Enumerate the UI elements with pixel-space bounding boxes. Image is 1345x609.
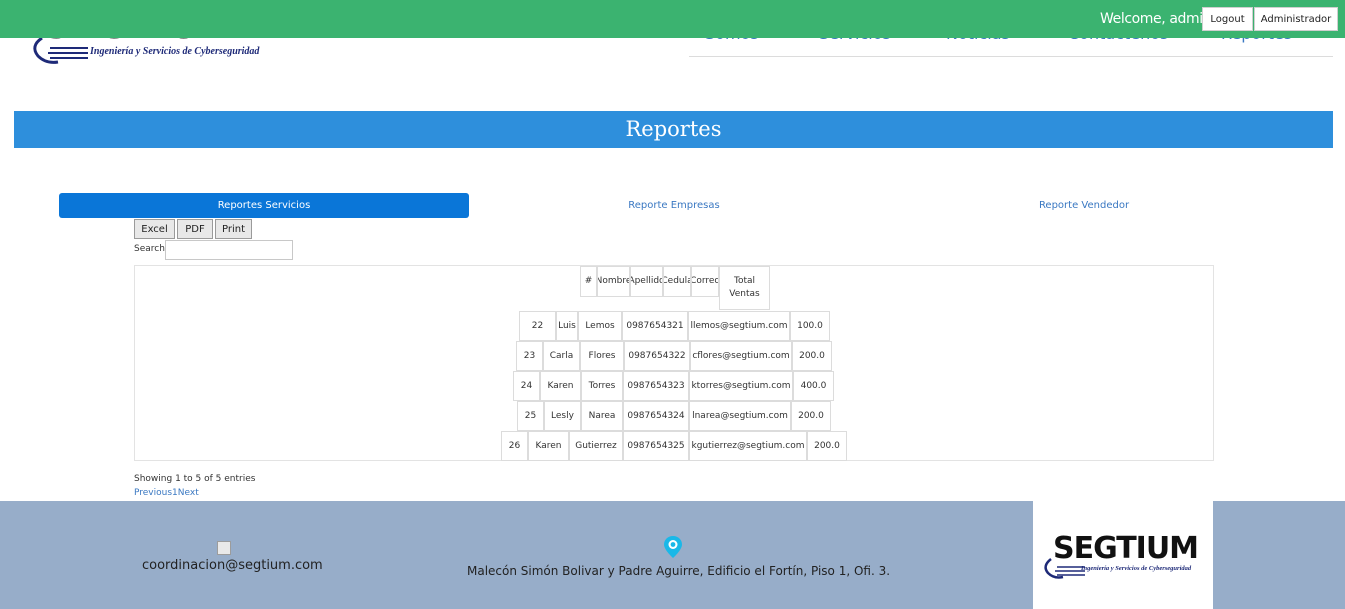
welcome-text: Welcome, admin <box>1100 11 1212 27</box>
table-cell: cflores@segtium.com <box>690 341 792 371</box>
footer-address: Malecón Simón Bolivar y Padre Aguirre, E… <box>467 564 891 578</box>
table-cell: 0987654325 <box>623 431 689 461</box>
table-cell: llemos@segtium.com <box>688 311 790 341</box>
next-page-link[interactable]: Next <box>178 488 199 498</box>
tab-reporte-empresas[interactable]: Reporte Empresas <box>469 193 879 218</box>
table-cell: Carla <box>543 341 580 371</box>
table-cell: 0987654324 <box>623 401 689 431</box>
table-cell: 100.0 <box>790 311 830 341</box>
table-cell: 24 <box>513 371 540 401</box>
column-header-cedula[interactable]: Cedula <box>663 266 691 297</box>
top-user-bar: Welcome, admin Logout Administrador <box>0 0 1345 38</box>
excel-button[interactable]: Excel <box>134 219 175 239</box>
table-cell: 0987654322 <box>624 341 690 371</box>
table-cell: ktorres@segtium.com <box>689 371 793 401</box>
administrador-button[interactable]: Administrador <box>1254 7 1338 31</box>
print-button[interactable]: Print <box>215 219 252 239</box>
tab-reporte-vendedor[interactable]: Reporte Vendedor <box>879 193 1289 218</box>
table-cell: Lemos <box>578 311 622 341</box>
table-cell: Karen <box>528 431 569 461</box>
column-header-number[interactable]: # <box>580 266 597 297</box>
table-cell: Gutierrez <box>569 431 623 461</box>
table-cell: kgutierrez@segtium.com <box>689 431 807 461</box>
table-cell: 23 <box>516 341 543 371</box>
search-input[interactable] <box>165 240 293 260</box>
table-cell: 200.0 <box>807 431 847 461</box>
pdf-button[interactable]: PDF <box>177 219 213 239</box>
column-header-total-ventas[interactable]: Total Ventas <box>719 266 770 310</box>
footer-email[interactable]: coordinacion@segtium.com <box>142 558 323 573</box>
logout-button[interactable]: Logout <box>1202 7 1253 31</box>
table-cell: Lesly <box>544 401 581 431</box>
column-header-nombre[interactable]: Nombre <box>597 266 630 297</box>
logo-swoosh-icon <box>33 36 88 64</box>
footer-logo: SEGTIUM Ingeniería y Servicios de Cybers… <box>1033 501 1213 609</box>
pagination: Previous1Next <box>134 488 199 498</box>
table-cell: Torres <box>581 371 623 401</box>
tab-reportes-servicios[interactable]: Reportes Servicios <box>59 193 469 218</box>
broken-image-icon <box>217 541 231 555</box>
column-header-apellido[interactable]: Apellido <box>630 266 663 297</box>
footer-logo-tagline: Ingeniería y Servicios de Cyberseguridad <box>1081 565 1192 572</box>
footer-logo-swoosh-icon <box>1044 558 1085 579</box>
table-cell: Karen <box>540 371 581 401</box>
table-cell: Luis <box>556 311 578 341</box>
table-cell: 25 <box>517 401 544 431</box>
search-label: Search: <box>134 244 168 254</box>
table-cell: 200.0 <box>791 401 831 431</box>
report-table: # Nombre Apellido Cedula Correo Total Ve… <box>134 265 1214 461</box>
column-header-correo[interactable]: Correo <box>691 266 719 297</box>
table-info: Showing 1 to 5 of 5 entries <box>134 474 256 484</box>
table-cell: 22 <box>519 311 556 341</box>
table-cell: 400.0 <box>793 371 834 401</box>
page-title: Reportes <box>14 111 1333 148</box>
table-cell: Narea <box>581 401 623 431</box>
location-pin-icon <box>664 536 682 558</box>
previous-page-link[interactable]: Previous <box>134 488 172 498</box>
table-cell: 0987654321 <box>622 311 688 341</box>
table-cell: 200.0 <box>792 341 832 371</box>
table-cell: Flores <box>580 341 624 371</box>
table-cell: 26 <box>501 431 528 461</box>
table-cell: 0987654323 <box>623 371 689 401</box>
logo-tagline: Ingeniería y Servicios de Cyberseguridad <box>90 46 260 57</box>
table-cell: lnarea@segtium.com <box>689 401 791 431</box>
